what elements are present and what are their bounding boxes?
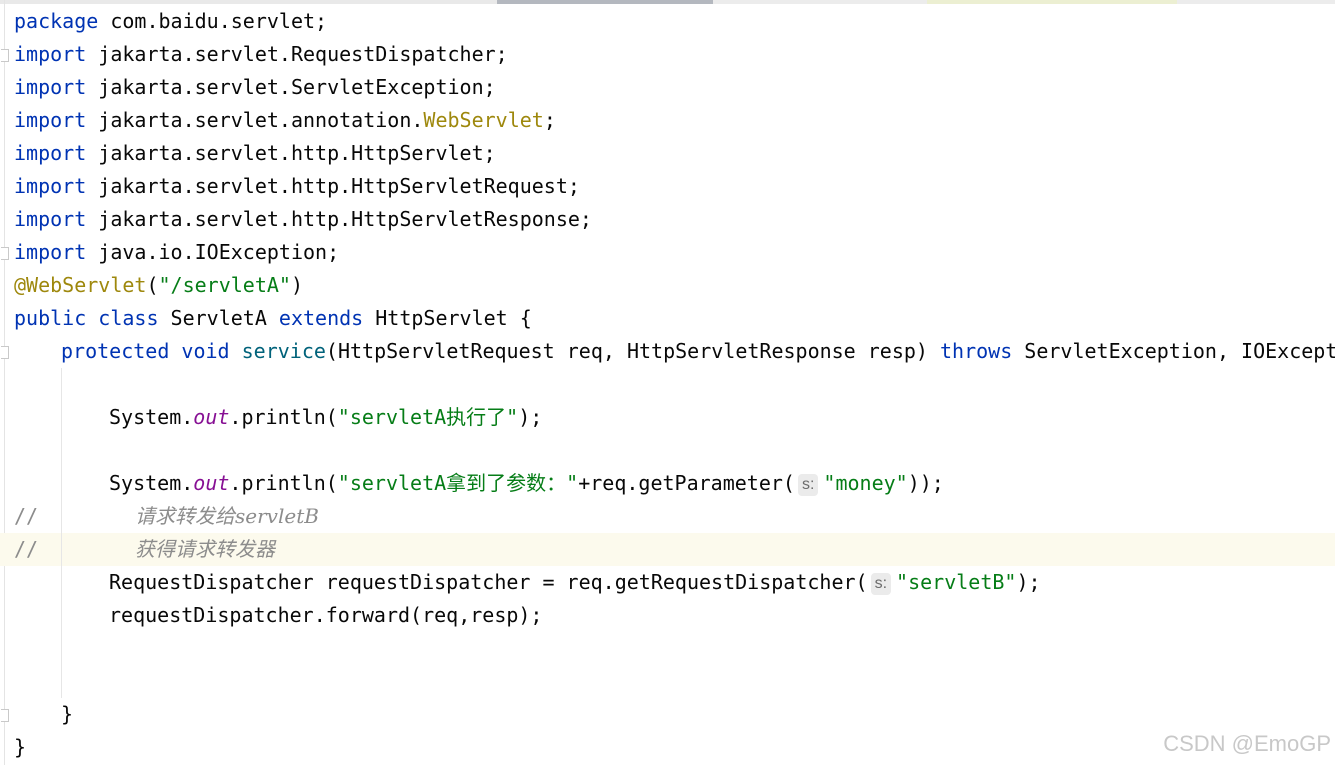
code-editor[interactable]: package com.baidu.servlet; import jakart… (0, 0, 1335, 765)
keyword: void (169, 339, 230, 363)
fold-marker-icon[interactable] (1, 346, 9, 359)
fold-marker-icon[interactable] (1, 49, 9, 62)
code-text: } (14, 735, 27, 759)
code-line-import[interactable]: import jakarta.servlet.http.HttpServletR… (14, 203, 592, 236)
static-field: out (193, 471, 230, 495)
method-name: service (229, 339, 326, 363)
keyword: import (14, 75, 87, 99)
static-field: out (193, 405, 230, 429)
keyword: public (14, 306, 87, 330)
code-line-import[interactable]: import jakarta.servlet.http.HttpServlet; (14, 137, 496, 170)
code-line-get-dispatcher[interactable]: RequestDispatcher requestDispatcher = re… (109, 566, 1041, 599)
code-text: requestDispatcher.forward(req,resp); (109, 603, 543, 627)
string-literal: "servletA执行了" (337, 405, 519, 429)
code-line-import[interactable]: import jakarta.servlet.RequestDispatcher… (14, 38, 508, 71)
parameter-hint: s: (797, 474, 819, 496)
comment-text: 请求转发给servletB (135, 500, 319, 533)
keyword: import (14, 42, 87, 66)
annotation: @WebServlet (14, 273, 147, 297)
code-line-forward[interactable]: requestDispatcher.forward(req,resp); (109, 599, 542, 632)
code-text: jakarta.servlet.http.HttpServlet; (86, 141, 496, 165)
keyword: class (86, 306, 159, 330)
code-text: jakarta.servlet.RequestDispatcher; (86, 42, 508, 66)
code-line-method-declaration[interactable]: protected void service(HttpServletReques… (61, 335, 1335, 368)
code-text: } (61, 702, 74, 726)
code-line-package[interactable]: package com.baidu.servlet; (14, 5, 327, 38)
code-line-class-declaration[interactable]: public class ServletA extends HttpServle… (14, 302, 532, 335)
code-line-println[interactable]: System.out.println("servletA执行了"); (109, 401, 542, 434)
parameter-hint: s: (870, 573, 892, 595)
code-line-println[interactable]: System.out.println("servletA拿到了参数："+req.… (109, 467, 944, 500)
fold-marker-icon[interactable] (1, 709, 9, 722)
keyword: import (14, 240, 87, 264)
keyword: import (14, 174, 87, 198)
tab-strip-segment (1177, 0, 1335, 4)
keyword: import (14, 207, 87, 231)
string-literal: "servletB" (896, 570, 1017, 594)
code-line-comment[interactable]: // (14, 533, 38, 566)
tab-strip-active-segment (497, 0, 713, 4)
annotation-name: WebServlet (423, 108, 544, 132)
keyword: import (14, 108, 87, 132)
comment-slashes: // (14, 537, 39, 561)
code-text: ServletA (158, 306, 279, 330)
code-line-method-close[interactable]: } (61, 698, 73, 731)
watermark: CSDN @EmoGP (1163, 731, 1331, 756)
keyword: package (14, 9, 99, 33)
code-text: java.io.IOException; (86, 240, 340, 264)
code-text: .println( (229, 405, 338, 429)
comment-text: 获得请求转发器 (135, 533, 275, 566)
code-text: +req.getParameter( (578, 471, 795, 495)
comment-slashes: // (14, 504, 39, 528)
code-line-annotation[interactable]: @WebServlet("/servletA") (14, 269, 303, 302)
keyword: throws (940, 339, 1013, 363)
code-text: ; (543, 108, 556, 132)
code-text: System. (109, 405, 194, 429)
code-line-import[interactable]: import java.io.IOException; (14, 236, 339, 269)
code-text: ( (146, 273, 159, 297)
code-text: System. (109, 471, 194, 495)
indent-guide (61, 368, 62, 698)
code-text: )); (907, 471, 944, 495)
code-text: jakarta.servlet.http.HttpServletRequest; (86, 174, 580, 198)
tab-strip-segment (713, 0, 927, 4)
comment-content: 请求转发给servletB (135, 504, 319, 528)
code-text: ); (1016, 570, 1041, 594)
code-text: jakarta.servlet.ServletException; (86, 75, 496, 99)
code-text: .println( (229, 471, 338, 495)
code-text: HttpServlet { (363, 306, 532, 330)
gutter-border (4, 0, 5, 765)
code-text: ) (290, 273, 303, 297)
code-text: RequestDispatcher requestDispatcher = re… (109, 570, 868, 594)
fold-marker-icon[interactable] (1, 247, 9, 260)
keyword: extends (278, 306, 364, 330)
editor-tab-strip (0, 0, 1335, 4)
code-line-class-close[interactable]: } (14, 731, 26, 764)
tab-strip-segment (0, 0, 497, 4)
string-literal: "servletA拿到了参数：" (337, 471, 579, 495)
code-line-import[interactable]: import jakarta.servlet.http.HttpServletR… (14, 170, 580, 203)
code-text: (HttpServletRequest req, HttpServletResp… (325, 339, 941, 363)
keyword: import (14, 141, 87, 165)
code-line-import[interactable]: import jakarta.servlet.ServletException; (14, 71, 496, 104)
code-text: ); (518, 405, 543, 429)
code-text: ServletException, IOException { (1024, 339, 1335, 363)
string-literal: "/servletA" (158, 273, 291, 297)
code-text: com.baidu.servlet; (98, 9, 328, 33)
string-literal: "money" (823, 471, 908, 495)
code-text: jakarta.servlet.annotation. (86, 108, 424, 132)
code-line-import[interactable]: import jakarta.servlet.annotation.WebSer… (14, 104, 556, 137)
code-text: jakarta.servlet.http.HttpServletResponse… (86, 207, 592, 231)
comment-content: 获得请求转发器 (135, 537, 275, 561)
code-line-comment[interactable]: // (14, 500, 38, 533)
keyword: protected (61, 339, 170, 363)
tab-strip-segment (927, 0, 1177, 4)
